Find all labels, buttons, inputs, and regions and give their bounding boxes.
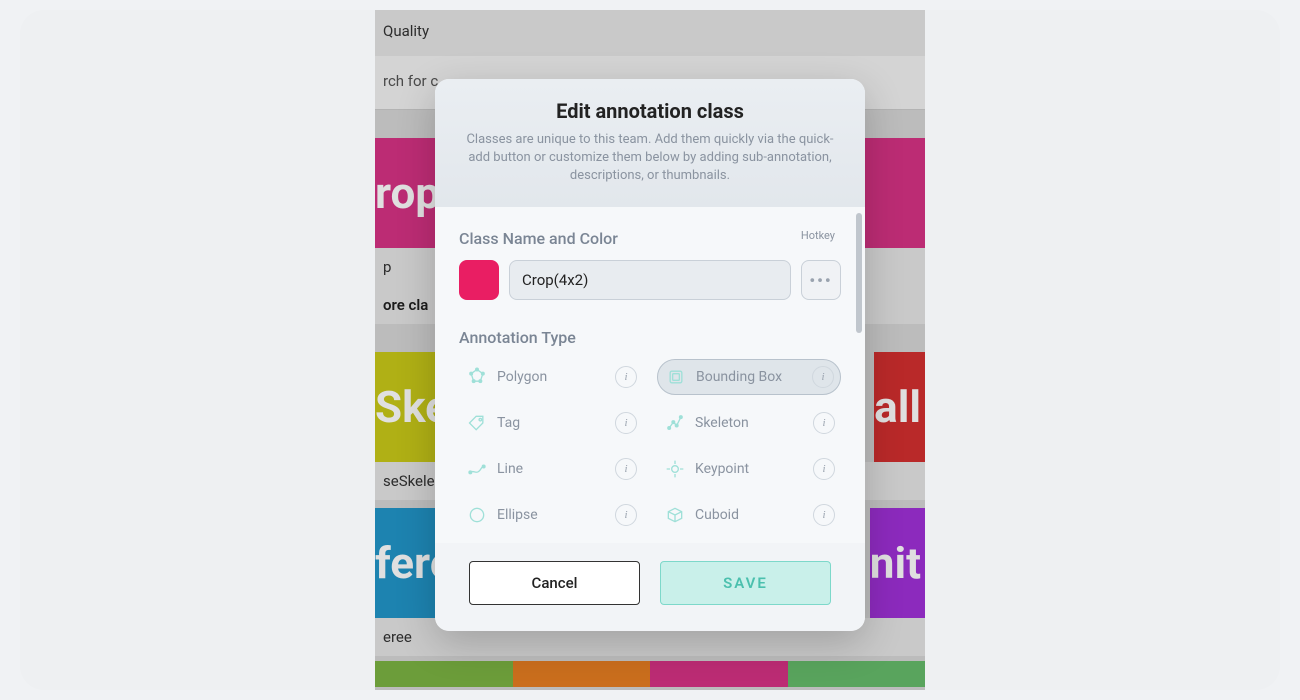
info-icon[interactable]: i <box>615 366 637 388</box>
type-polygon[interactable]: Polygon i <box>459 359 643 395</box>
info-icon[interactable]: i <box>812 366 834 388</box>
type-label: Ellipse <box>497 507 605 523</box>
type-line[interactable]: Line i <box>459 451 643 487</box>
keypoint-icon <box>665 459 685 479</box>
save-button[interactable]: SAVE <box>660 561 831 605</box>
type-cuboid[interactable]: Cuboid i <box>657 497 841 533</box>
class-name-input[interactable] <box>509 260 791 300</box>
modal-body: Hotkey Class Name and Color ••• Annotati… <box>435 207 865 543</box>
type-ellipse[interactable]: Ellipse i <box>459 497 643 533</box>
section-name-color: Class Name and Color <box>459 229 841 248</box>
edit-class-modal: Edit annotation class Classes are unique… <box>435 79 865 632</box>
info-icon[interactable]: i <box>615 458 637 480</box>
cuboid-icon <box>665 505 685 525</box>
type-label: Tag <box>497 415 605 431</box>
type-label: Skeleton <box>695 415 803 431</box>
annotation-type-grid: Polygon i Bounding Box i Tag i Skeleton <box>459 359 841 533</box>
info-icon[interactable]: i <box>813 504 835 526</box>
modal-footer: Cancel SAVE <box>435 543 865 631</box>
modal-header: Edit annotation class Classes are unique… <box>435 79 865 208</box>
info-icon[interactable]: i <box>615 504 637 526</box>
section-annotation-type: Annotation Type <box>459 328 841 347</box>
hotkey-button[interactable]: ••• <box>801 260 841 300</box>
modal-subtitle: Classes are unique to this team. Add the… <box>465 131 835 186</box>
type-keypoint[interactable]: Keypoint i <box>657 451 841 487</box>
type-bounding-box[interactable]: Bounding Box i <box>657 359 841 395</box>
polygon-icon <box>467 367 487 387</box>
cancel-button[interactable]: Cancel <box>469 561 640 605</box>
type-tag[interactable]: Tag i <box>459 405 643 441</box>
type-label: Cuboid <box>695 507 803 523</box>
type-label: Polygon <box>497 369 605 385</box>
scrollbar[interactable] <box>856 213 862 333</box>
hotkey-heading: Hotkey <box>801 229 835 242</box>
skeleton-icon <box>665 413 685 433</box>
line-icon <box>467 459 487 479</box>
type-skeleton[interactable]: Skeleton i <box>657 405 841 441</box>
bounding-box-icon <box>666 367 686 387</box>
tag-icon <box>467 413 487 433</box>
class-color-swatch[interactable] <box>459 260 499 300</box>
info-icon[interactable]: i <box>813 458 835 480</box>
info-icon[interactable]: i <box>615 412 637 434</box>
modal-title: Edit annotation class <box>465 99 835 123</box>
type-label: Bounding Box <box>696 369 802 385</box>
info-icon[interactable]: i <box>813 412 835 434</box>
ellipse-icon <box>467 505 487 525</box>
type-label: Line <box>497 461 605 477</box>
type-label: Keypoint <box>695 461 803 477</box>
